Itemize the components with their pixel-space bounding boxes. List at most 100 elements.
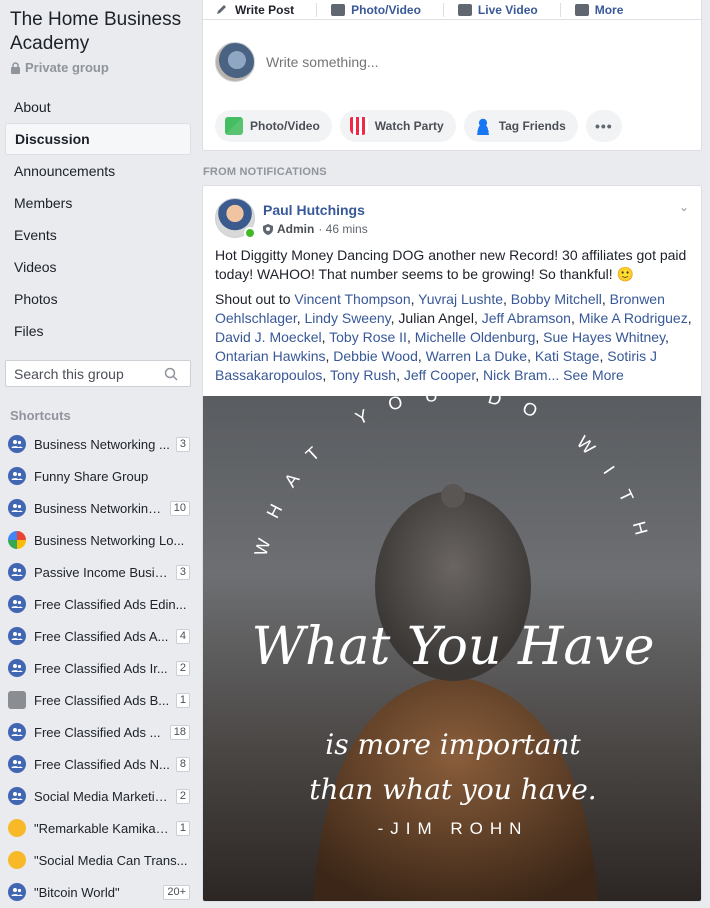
online-status-dot bbox=[244, 227, 256, 239]
camera-icon bbox=[331, 3, 346, 16]
mention-link[interactable]: Vincent Thompson bbox=[294, 291, 410, 307]
mention-link[interactable]: Michelle Oldenburg bbox=[415, 329, 536, 345]
group-search-input[interactable] bbox=[14, 365, 164, 382]
hand-icon bbox=[8, 851, 26, 869]
shortcut-item[interactable]: "Remarkable Kamikaz... 1 bbox=[8, 812, 190, 844]
mention-link[interactable]: Jeff Cooper bbox=[404, 367, 475, 383]
shortcut-label: Free Classified Ads Edin... bbox=[34, 596, 187, 612]
tag-friends-button[interactable]: Tag Friends bbox=[463, 110, 578, 142]
shortcut-item[interactable]: Free Classified Ads N... 8 bbox=[8, 748, 190, 780]
shortcut-item[interactable]: Free Classified Ads ... 18 bbox=[8, 716, 190, 748]
hand-icon bbox=[8, 819, 26, 837]
feed-post: Paul Hutchings Admin · 46 mins ⌄ Hot Dig… bbox=[202, 185, 702, 902]
shortcut-count-badge: 3 bbox=[175, 564, 190, 580]
privacy-label: Private group bbox=[25, 60, 109, 75]
write-something-input[interactable] bbox=[266, 54, 566, 70]
mention-link[interactable]: Nick Bram... bbox=[483, 367, 559, 383]
mention-link[interactable]: Lindy Sweeny bbox=[305, 310, 391, 326]
mention-link[interactable]: Sue Hayes Whitney bbox=[543, 329, 665, 345]
shortcut-item[interactable]: Funny Share Group bbox=[8, 460, 190, 492]
shortcut-item[interactable]: Passive Income Busin... 3 bbox=[8, 556, 190, 588]
megaphone-icon bbox=[8, 691, 26, 709]
nav-item-members[interactable]: Members bbox=[5, 187, 191, 219]
nav-item-discussion[interactable]: Discussion bbox=[5, 123, 191, 155]
post-options-chevron-icon[interactable]: ⌄ bbox=[679, 200, 689, 214]
shortcut-item[interactable]: Business Networking Lo... bbox=[8, 524, 190, 556]
current-user-avatar[interactable] bbox=[215, 42, 255, 82]
mention-link[interactable]: Bobby Mitchell bbox=[511, 291, 602, 307]
photo-video-button[interactable]: Photo/Video bbox=[215, 110, 332, 142]
nav-item-videos[interactable]: Videos bbox=[5, 251, 191, 283]
group-icon bbox=[8, 723, 26, 741]
nav-item-about[interactable]: About bbox=[5, 91, 191, 123]
tab-more[interactable]: More bbox=[574, 3, 623, 17]
group-icon bbox=[8, 435, 26, 453]
mention-link[interactable]: Debbie Wood bbox=[333, 348, 418, 364]
composer-tabs: Write Post Photo/Video Live Video More bbox=[203, 0, 701, 20]
popcorn-icon bbox=[349, 117, 368, 135]
mention-link[interactable]: Kati Stage bbox=[535, 348, 600, 364]
tab-photo-video[interactable]: Photo/Video bbox=[331, 3, 421, 17]
shortcut-item[interactable]: Free Classified Ads Edin... bbox=[8, 588, 190, 620]
mention-link[interactable]: David J. Moeckel bbox=[215, 329, 322, 345]
shortcut-item[interactable]: Social Media Marketin... 2 bbox=[8, 780, 190, 812]
quote-image-svg: WHAT YOU DO WITH What You Have is more i… bbox=[251, 396, 655, 901]
shortcut-label: Business Networking Lo... bbox=[34, 532, 185, 548]
post-image[interactable]: WHAT YOU DO WITH What You Have is more i… bbox=[203, 396, 701, 901]
tab-label: Live Video bbox=[477, 2, 538, 17]
mention-link[interactable]: Yuvraj Lushte bbox=[418, 291, 503, 307]
more-options-button[interactable]: ••• bbox=[585, 110, 622, 142]
write-row bbox=[215, 42, 566, 82]
shortcut-label: Free Classified Ads B... bbox=[34, 692, 170, 708]
divider bbox=[316, 2, 318, 17]
author-avatar[interactable] bbox=[215, 198, 256, 239]
shortcut-label: "Remarkable Kamikaz... bbox=[34, 820, 172, 836]
tab-label: Write Post bbox=[235, 2, 295, 17]
mention-link[interactable]: Mike A Rodriguez bbox=[579, 310, 688, 326]
shortcut-label: "Bitcoin World" bbox=[34, 884, 120, 900]
group-icon bbox=[8, 499, 26, 517]
shortcut-item[interactable]: Business Networking ... 3 bbox=[8, 428, 190, 460]
mention-link[interactable]: Jeff Abramson bbox=[482, 310, 571, 326]
nav-item-files[interactable]: Files bbox=[5, 315, 191, 347]
mention-link[interactable]: Warren La Duke bbox=[426, 348, 527, 364]
shortcut-count-badge: 18 bbox=[169, 724, 190, 740]
nav-item-events[interactable]: Events bbox=[5, 219, 191, 251]
shortcut-item[interactable]: "Bitcoin World" 20+ bbox=[8, 876, 190, 908]
shortcut-item[interactable]: "Social Media Can Trans... bbox=[8, 844, 190, 876]
shortcut-item[interactable]: Business Networking... 10 bbox=[8, 492, 190, 524]
tab-label: Photo/Video bbox=[351, 2, 421, 17]
mention-link[interactable]: Toby Rose II bbox=[329, 329, 407, 345]
pencil-icon bbox=[217, 4, 226, 14]
shout-out-prefix: Shout out to bbox=[215, 291, 291, 307]
mention-link[interactable]: Ontarian Hawkins bbox=[215, 348, 326, 364]
search-icon[interactable] bbox=[164, 367, 178, 381]
shortcut-count-badge: 1 bbox=[175, 692, 190, 708]
post-time[interactable]: · 46 mins bbox=[318, 222, 367, 236]
author-name[interactable]: Paul Hutchings bbox=[263, 202, 368, 218]
watch-party-button[interactable]: Watch Party bbox=[339, 110, 456, 142]
shortcut-item[interactable]: Free Classified Ads A... 4 bbox=[8, 620, 190, 652]
composer-actions: Photo/Video Watch Party Tag Friends ••• bbox=[215, 110, 622, 142]
shortcut-label: Business Networking ... bbox=[34, 436, 170, 452]
shortcut-label: Free Classified Ads N... bbox=[34, 756, 170, 772]
see-more-link[interactable]: See More bbox=[563, 367, 624, 383]
button-label: Watch Party bbox=[374, 119, 444, 133]
shortcut-item[interactable]: Free Classified Ads B... 1 bbox=[8, 684, 190, 716]
tab-live-video[interactable]: Live Video bbox=[457, 2, 538, 17]
author-meta: Admin · 46 mins bbox=[263, 222, 368, 236]
group-icon bbox=[8, 595, 26, 613]
post-mentions: Shout out to Vincent Thompson, Yuvraj Lu… bbox=[215, 291, 692, 383]
group-title[interactable]: The Home Business Academy bbox=[10, 8, 198, 56]
button-label: Photo/Video bbox=[250, 119, 320, 133]
tag-person-icon bbox=[473, 117, 492, 135]
mention-link[interactable]: Tony Rush bbox=[330, 367, 396, 383]
nav-item-photos[interactable]: Photos bbox=[5, 283, 191, 315]
post-composer: Write Post Photo/Video Live Video More P… bbox=[202, 0, 702, 151]
feed-section-label: FROM NOTIFICATIONS bbox=[203, 166, 327, 178]
photo-icon bbox=[225, 117, 243, 135]
quote-attribution: -JIM ROHN bbox=[378, 819, 529, 838]
tab-write-post[interactable]: Write Post bbox=[215, 3, 294, 17]
shortcut-item[interactable]: Free Classified Ads Ir... 2 bbox=[8, 652, 190, 684]
nav-item-announcements[interactable]: Announcements bbox=[5, 155, 191, 187]
